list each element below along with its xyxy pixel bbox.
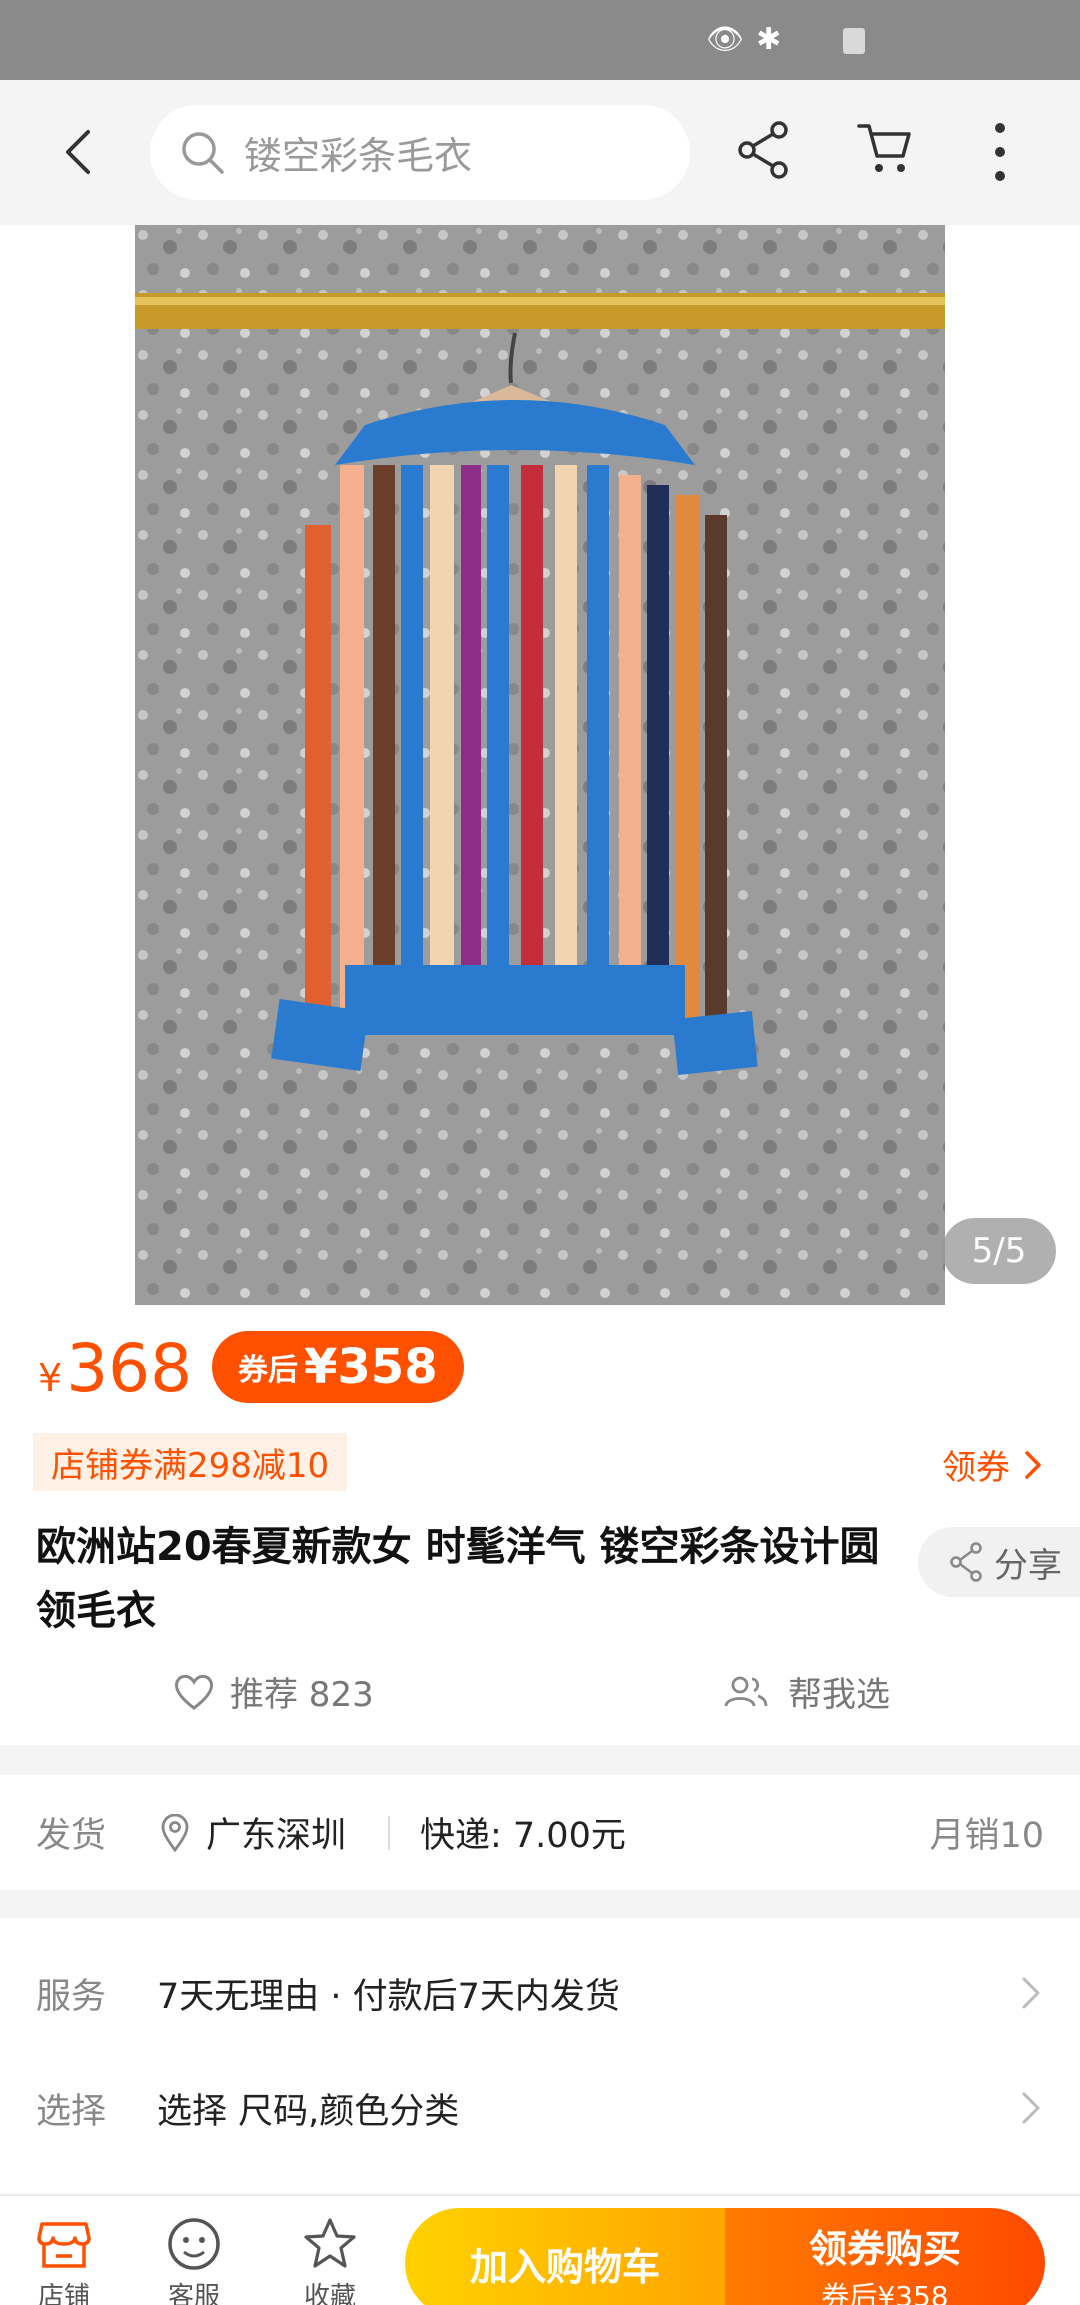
buy-label: 领券购买 [808, 2227, 961, 2271]
chevron-right-icon [1025, 1450, 1041, 1479]
coupon-price-value: ¥358 [304, 1339, 438, 1395]
service-label: 服务 [36, 1976, 107, 2017]
favorite-label: 收藏 [303, 2282, 356, 2305]
service-section: 服务 7天无理由 · 付款后7天内发货 选择 选择 尺码,颜色分类 [0, 1918, 1080, 2193]
customer-service-tab[interactable]: 客服 [144, 2216, 244, 2305]
share-icon[interactable] [735, 120, 791, 180]
image-counter: 5/5 [942, 1218, 1056, 1284]
eye-icon: 👁 [706, 22, 745, 57]
shipping-label: 发货 [36, 1816, 107, 1856]
divider [388, 1815, 390, 1850]
shipping-fee: 快递: 7.00元 [420, 1816, 626, 1856]
product-title: 欧洲站20春夏新款女 时髦洋气 镂空彩条设计圆领毛衣 [36, 1524, 880, 1634]
heart-icon [175, 1674, 213, 1710]
service-row[interactable]: 服务 7天无理由 · 付款后7天内发货 [0, 1938, 1080, 2048]
chevron-right-icon [1022, 1977, 1040, 2009]
customer-service-label: 客服 [167, 2282, 220, 2305]
shop-tab[interactable]: 店铺 [14, 2216, 114, 2305]
select-label: 选择 [36, 2091, 107, 2132]
more-icon[interactable] [985, 120, 1015, 184]
status-bar: 👁 ✱ [0, 0, 1080, 80]
add-to-cart-button[interactable]: 加入购物车 [405, 2208, 725, 2305]
recommend-button[interactable]: 推荐 823 [172, 1667, 374, 1716]
shipping-row[interactable]: 发货 广东深圳 快递: 7.00元 月销10 [0, 1775, 1080, 1890]
service-value: 7天无理由 · 付款后7天内发货 [157, 1976, 620, 2017]
bluetooth-icon: ✱ [756, 22, 782, 57]
get-coupon-label: 领券 [942, 1448, 1010, 1488]
recommend-label: 推荐 823 [230, 1675, 374, 1715]
price-symbol: ¥ [38, 1356, 63, 1400]
select-value: 选择 尺码,颜色分类 [157, 2091, 460, 2132]
search-icon [182, 131, 224, 174]
battery-icon [843, 28, 865, 54]
help-pick-label: 帮我选 [788, 1675, 890, 1715]
location-pin-icon [161, 1813, 189, 1852]
status-icons: 👁 ✱ [706, 22, 781, 57]
chevron-right-icon [1022, 2092, 1040, 2124]
coupon-price-badge: 券后 ¥358 [212, 1331, 464, 1403]
select-row[interactable]: 选择 选择 尺码,颜色分类 [0, 2053, 1080, 2163]
people-icon [724, 1676, 768, 1706]
product-image[interactable] [135, 225, 945, 1305]
shop-label: 店铺 [37, 2282, 90, 2305]
shipping-location-text: 广东深圳 [206, 1816, 347, 1856]
shop-icon [37, 2222, 91, 2268]
get-coupon-link[interactable]: 领券 [942, 1440, 1042, 1489]
share-label: 分享 [994, 1545, 1062, 1586]
buy-sub-label: 券后¥358 [821, 2280, 949, 2305]
product-gallery[interactable] [0, 225, 1080, 1305]
back-icon[interactable] [50, 122, 110, 182]
product-info-card: ¥ 368 券后 ¥358 店铺券满298减10 领券 欧洲站20春夏新款女 时… [0, 1305, 1080, 1745]
customer-service-icon [168, 2218, 220, 2270]
share-icon [950, 1542, 982, 1582]
coupon-price-label: 券后 [238, 1353, 298, 1388]
shop-coupon-tag[interactable]: 店铺券满298减10 [33, 1433, 348, 1491]
share-button[interactable]: 分享 [918, 1527, 1080, 1597]
top-nav: 镂空彩条毛衣 [0, 80, 1080, 225]
help-pick-button[interactable]: 帮我选 [722, 1667, 890, 1716]
cart-icon[interactable] [855, 118, 915, 178]
search-placeholder: 镂空彩条毛衣 [244, 134, 473, 178]
price: ¥ 368 [38, 1330, 192, 1407]
star-icon [304, 2218, 356, 2268]
price-value: 368 [66, 1330, 193, 1407]
shipping-location: 广东深圳 [160, 1807, 346, 1858]
bottom-action-bar: 店铺 客服 收藏 加入购物车 领券购买 券后¥358 [0, 2195, 1080, 2305]
favorite-tab[interactable]: 收藏 [280, 2216, 380, 2305]
buy-with-coupon-button[interactable]: 领券购买 券后¥358 [725, 2208, 1045, 2305]
monthly-sales: 月销10 [929, 1816, 1044, 1856]
search-bar[interactable]: 镂空彩条毛衣 [150, 105, 690, 200]
